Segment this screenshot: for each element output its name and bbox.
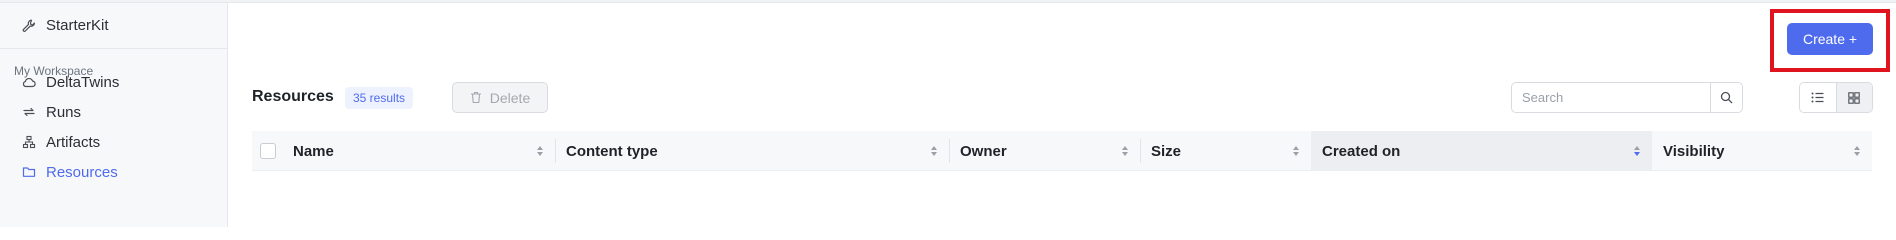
column-header-size[interactable]: Size [1140,131,1311,171]
page-title: Resources [252,88,334,105]
sort-icon [537,146,543,156]
search-button[interactable] [1710,83,1742,112]
brand-label: StarterKit [46,17,109,34]
column-label: Owner [960,142,1007,160]
list-icon [1811,92,1824,103]
grid-view-button[interactable] [1835,83,1872,112]
sort-icon [1293,146,1299,156]
search-input[interactable] [1512,83,1707,112]
column-label: Content type [566,142,658,160]
cloud-icon [22,75,36,89]
sidebar-item-deltatwins[interactable]: DeltaTwins [22,70,119,94]
sort-desc-icon [1634,146,1640,156]
column-header-name[interactable]: Name [282,131,555,171]
results-count-badge: 35 results [345,87,414,109]
folder-icon [22,165,36,179]
sidebar-item-artifacts[interactable]: Artifacts [22,130,100,154]
sort-icon [1854,146,1860,156]
table-header: Name Content type Owner Size Created on … [252,131,1872,171]
sort-icon [931,146,937,156]
sidebar-item-label: Runs [46,103,82,121]
column-header-owner[interactable]: Owner [949,131,1140,171]
sidebar-item-label: Artifacts [46,133,101,151]
sidebar-brand[interactable]: StarterKit [0,3,227,49]
sidebar-item-resources[interactable]: Resources [22,160,118,184]
search-icon [1720,91,1733,104]
column-header-visibility[interactable]: Visibility [1652,131,1872,171]
highlight-box [1770,9,1890,72]
column-label: Created on [1322,142,1401,160]
grid-icon [1848,91,1861,104]
wrench-icon [22,19,36,33]
select-all-checkbox[interactable] [260,143,276,159]
column-label: Size [1151,142,1182,160]
search-box [1511,82,1743,113]
list-view-button[interactable] [1800,83,1836,112]
column-header-content-type[interactable]: Content type [555,131,949,171]
sidebar-item-runs[interactable]: Runs [22,100,81,124]
delete-button[interactable]: Delete [452,82,548,113]
column-label: Visibility [1663,142,1725,160]
delete-label: Delete [489,89,531,106]
column-label: Name [293,142,334,160]
trash-icon [470,91,482,104]
sidebar-item-label: DeltaTwins [46,73,120,91]
sort-icon [1122,146,1128,156]
sidebar-item-label: Resources [46,163,118,181]
hierarchy-icon [22,135,36,149]
view-toggle [1799,82,1873,113]
repeat-icon [22,105,36,119]
column-header-created-on[interactable]: Created on [1311,131,1652,171]
top-border [0,0,1896,3]
sidebar: StarterKit My Workspace DeltaTwins Runs … [0,3,228,227]
